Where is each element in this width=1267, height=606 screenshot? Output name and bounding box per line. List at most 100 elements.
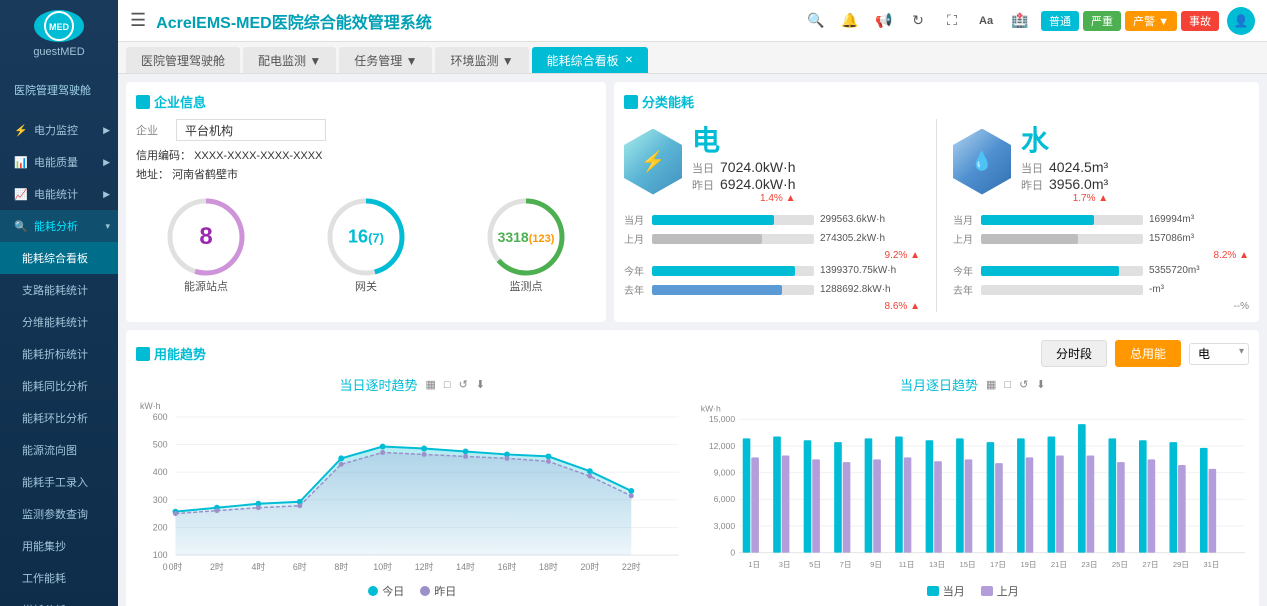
elec-year-val: 1399370.75kW·h <box>820 265 920 276</box>
energy-analysis-label: 能耗分析 <box>34 218 78 234</box>
nav-tabs: 医院管理驾驶舱 配电监测 ▼ 任务管理 ▼ 环境监测 ▼ 能耗综合看板 ✕ <box>118 42 1267 74</box>
badge-normal[interactable]: 普通 <box>1041 11 1079 31</box>
tab-energy-dashboard[interactable]: 能耗综合看板 ✕ <box>532 47 648 73</box>
total-btn[interactable]: 总用能 <box>1115 340 1181 367</box>
chart1-icon1[interactable]: ▦ <box>426 378 436 391</box>
search-icon-btn[interactable]: 🔍 <box>803 8 829 34</box>
nodes-count: 8 <box>199 223 212 250</box>
power-icon: ⚡ <box>14 123 28 137</box>
svg-text:3,000: 3,000 <box>713 521 735 531</box>
fullscreen-icon-btn[interactable]: ⛶ <box>939 8 965 34</box>
energy-divider <box>936 119 937 312</box>
tab-task[interactable]: 任务管理 ▼ <box>339 47 432 73</box>
chart1-download[interactable]: ⬇ <box>476 378 485 391</box>
sidebar-item-power-quality[interactable]: 📊 电能质量 ▶ <box>0 146 118 178</box>
refresh-icon-btn[interactable]: ↻ <box>905 8 931 34</box>
param-label: 监测参数查询 <box>22 506 88 522</box>
svg-text:12,000: 12,000 <box>708 441 734 451</box>
tab-electric[interactable]: 配电监测 ▼ <box>243 47 336 73</box>
water-yest-label: 昨日 <box>1021 177 1043 193</box>
hamburger-icon[interactable]: ☰ <box>130 10 146 31</box>
bell-icon-btn[interactable]: 🔔 <box>837 8 863 34</box>
chevron-icon-1: ▶ <box>103 125 110 136</box>
svg-text:11日: 11日 <box>898 560 914 569</box>
svg-text:kW·h: kW·h <box>140 401 161 411</box>
elec-diff-pct: 1.4% <box>760 193 783 204</box>
power-quality-label: 电能质量 <box>34 154 78 170</box>
sidebar-item-sub-stats[interactable]: 分维能耗统计 <box>0 306 118 338</box>
electricity-section: ⚡ 电 当日 7024.0kW·h 昨日 6924.0kW·h <box>624 119 920 312</box>
row1: 企业信息 企业 信用编码： XXXX-XXXX-XXXX-XXXX 地址： 河南… <box>126 82 1259 322</box>
chart2-download[interactable]: ⬇ <box>1036 378 1045 391</box>
chart2-icon2[interactable]: □ <box>1004 379 1011 391</box>
water-yest-value: 3956.0m³ <box>1049 176 1108 192</box>
speaker-icon-btn[interactable]: 📢 <box>871 8 897 34</box>
chart2-icon1[interactable]: ▦ <box>986 378 996 391</box>
sidebar-item-branch-stats[interactable]: 支路能耗统计 <box>0 274 118 306</box>
sidebar-item-power-stats[interactable]: 📈 电能统计 ▶ <box>0 178 118 210</box>
hospital-icon-btn[interactable]: 🏥 <box>1007 8 1033 34</box>
tab-env[interactable]: 环境监测 ▼ <box>435 47 528 73</box>
quality-icon: 📊 <box>14 155 28 169</box>
badge-severe[interactable]: 严重 <box>1083 11 1121 31</box>
chart1-title: 当日逐时趋势 <box>339 375 417 394</box>
font-icon-btn[interactable]: Aa <box>973 8 999 34</box>
sidebar-item-param[interactable]: 监测参数查询 <box>0 498 118 530</box>
sidebar-item-work[interactable]: 工作能耗 <box>0 562 118 594</box>
address-label: 地址： <box>136 169 169 181</box>
analysis-icon: 🔍 <box>14 219 28 233</box>
badge-warning[interactable]: 产警 ▼ <box>1125 11 1177 31</box>
chart2-icon3[interactable]: ↺ <box>1019 378 1028 391</box>
trend-header: 用能趋势 分时段 总用能 电 水 <box>136 340 1249 367</box>
credit-value: XXXX-XXXX-XXXX-XXXX <box>194 150 322 162</box>
sidebar-item-energy-analysis[interactable]: 🔍 能耗分析 ▾ <box>0 210 118 242</box>
sidebar-item-target-stats[interactable]: 能耗折标统计 <box>0 338 118 370</box>
sidebar-item-coal[interactable]: 煤耗分析 <box>0 594 118 606</box>
address-value: 河南省鹤壁市 <box>172 169 238 181</box>
company-input[interactable] <box>176 119 326 141</box>
user-avatar[interactable]: 👤 <box>1227 7 1255 35</box>
app-title: AcrelEMS-MED医院综合能效管理系统 <box>156 9 803 33</box>
circle-gateways: 16(7) 网关 <box>325 196 407 294</box>
sidebar-item-energy-dashboard[interactable]: 能耗综合看板 <box>0 242 118 274</box>
sidebar-item-power-monitor[interactable]: ⚡ 电力监控 ▶ <box>0 114 118 146</box>
svg-text:10时: 10时 <box>373 561 392 572</box>
company-title-icon <box>136 95 150 109</box>
svg-text:31日: 31日 <box>1203 560 1219 569</box>
address-line: 地址： 河南省鹤壁市 <box>136 166 596 182</box>
sidebar-item-flow[interactable]: 能源流向图 <box>0 434 118 466</box>
sidebar-item-mom[interactable]: 能耗环比分析 <box>0 402 118 434</box>
sidebar-item-collect[interactable]: 用能集抄 <box>0 530 118 562</box>
svg-text:300: 300 <box>153 495 168 505</box>
sidebar-item-manual[interactable]: 能耗手工录入 <box>0 466 118 498</box>
credit-label: 信用编码： <box>136 150 191 162</box>
legend-lastmonth-label: 上月 <box>997 583 1019 599</box>
svg-text:MED: MED <box>49 22 70 32</box>
coal-label: 煤耗分析 <box>22 602 66 606</box>
tab-hospital-label: 医院管理驾驶舱 <box>141 52 225 69</box>
energy-trend-card: 用能趋势 分时段 总用能 电 水 当日逐时趋势 ▦ □ <box>126 330 1259 606</box>
svg-text:22时: 22时 <box>622 561 641 572</box>
water-hex-icon: 💧 <box>953 129 1011 195</box>
svg-text:15日: 15日 <box>959 560 975 569</box>
badge-accident[interactable]: 事故 <box>1181 11 1219 31</box>
sidebar-item-yoy[interactable]: 能耗同比分析 <box>0 370 118 402</box>
water-month-diff: 8.2% ▲ <box>953 250 1249 261</box>
mom-label: 能耗环比分析 <box>22 410 88 426</box>
svg-text:21日: 21日 <box>1050 560 1066 569</box>
tab-hospital[interactable]: 医院管理驾驶舱 <box>126 47 240 73</box>
svg-text:1日: 1日 <box>748 560 760 569</box>
chart1-icon2[interactable]: □ <box>444 379 451 391</box>
trend-controls: 分时段 总用能 电 水 <box>1041 340 1249 367</box>
svg-text:9日: 9日 <box>870 560 882 569</box>
sidebar-item-hospital-overview[interactable]: 医院管理驾驶舱 <box>0 74 118 106</box>
svg-text:8时: 8时 <box>334 561 348 572</box>
chart1-icon3[interactable]: ↺ <box>459 378 468 391</box>
tab-close-icon[interactable]: ✕ <box>625 55 633 66</box>
legend-yesterday-dot <box>420 586 430 596</box>
svg-text:0: 0 <box>730 548 735 558</box>
svg-text:20时: 20时 <box>580 561 599 572</box>
energy-type-select[interactable]: 电 水 <box>1189 343 1249 365</box>
hourly-btn[interactable]: 分时段 <box>1041 340 1107 367</box>
elec-month-diff: 9.2% ▲ <box>624 250 920 261</box>
